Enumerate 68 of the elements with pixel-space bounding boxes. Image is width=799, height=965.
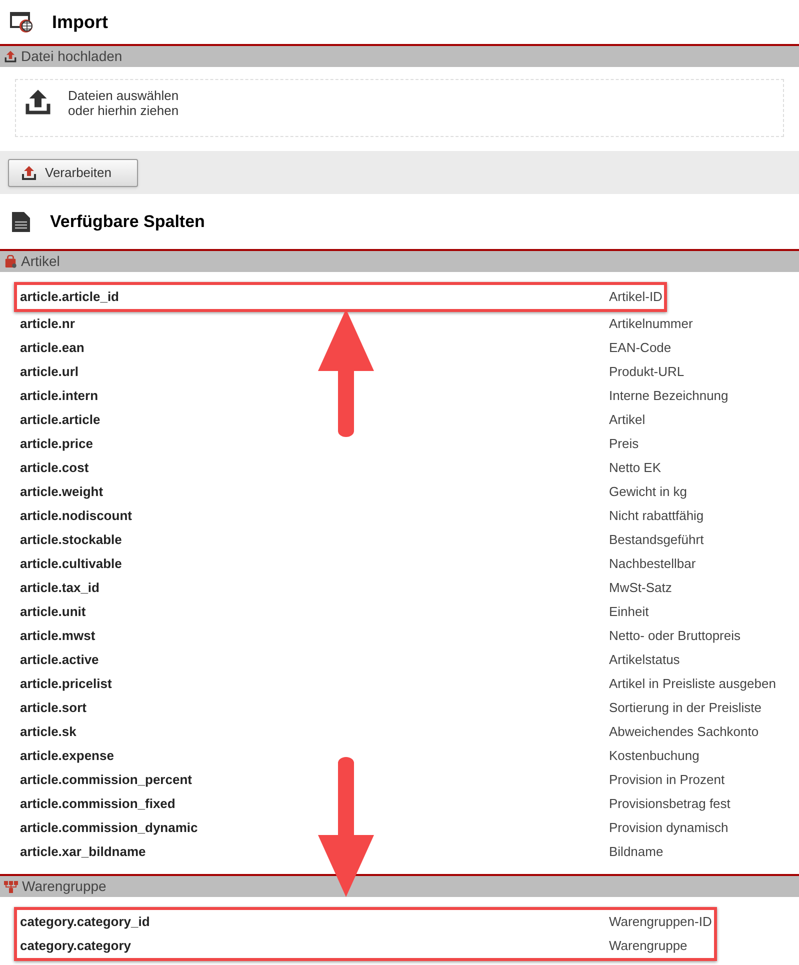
- column-key: article.commission_fixed: [20, 794, 609, 814]
- column-key: article.nodiscount: [20, 506, 609, 526]
- document-icon: [12, 210, 30, 232]
- column-label: Produkt-URL: [609, 363, 684, 382]
- column-label: Artikelstatus: [609, 651, 680, 670]
- column-label: Nicht rabattfähig: [609, 507, 704, 526]
- section-title: Artikel: [21, 252, 60, 271]
- column-label: Artikel in Preisliste ausgeben: [609, 675, 776, 694]
- bag-icon: [4, 255, 17, 268]
- file-dropzone[interactable]: Dateien auswählen oder hierhin ziehen: [15, 79, 784, 137]
- upload-icon: [4, 50, 17, 63]
- process-button[interactable]: Verarbeiten: [8, 158, 138, 186]
- column-key: article.commission_dynamic: [20, 818, 609, 838]
- column-key: article.ean: [20, 338, 609, 358]
- column-label: Interne Bezeichnung: [609, 387, 728, 406]
- column-label: Artikel-ID: [609, 288, 662, 306]
- column-label: Sortierung in der Preisliste: [609, 699, 762, 718]
- column-key: article.mwst: [20, 626, 609, 646]
- upload-icon: [21, 164, 37, 180]
- column-key: article.price: [20, 434, 609, 454]
- column-label: Provisionsbetrag fest: [609, 795, 730, 814]
- dropzone-text: oder hierhin ziehen: [68, 103, 179, 118]
- column-key: article.expense: [20, 746, 609, 766]
- column-key: article.cost: [20, 458, 609, 478]
- column-label: Gewicht in kg: [609, 483, 688, 502]
- column-label: Bildname: [609, 843, 664, 862]
- column-label: Bestandsgeführt: [609, 531, 704, 550]
- column-key: article.pricelist: [20, 674, 609, 694]
- column-label: Artikel: [609, 411, 646, 430]
- column-key: article.stockable: [20, 530, 609, 550]
- column-key: article.commission_percent: [20, 770, 609, 790]
- column-label: Abweichendes Sachkonto: [609, 723, 759, 742]
- column-label: Warengruppe: [609, 937, 688, 956]
- column-key: article.sort: [20, 698, 609, 718]
- section-title: Datei hochladen: [21, 47, 122, 66]
- column-label: Netto- oder Bruttopreis: [609, 627, 741, 646]
- browser-globe-icon: [10, 11, 34, 33]
- column-key: article.article: [20, 410, 609, 430]
- column-key: article.active: [20, 650, 609, 670]
- column-label: Preis: [609, 435, 639, 454]
- dropzone-text: Dateien auswählen: [68, 88, 179, 103]
- column-key: article.sk: [20, 722, 609, 742]
- section-heading: Verfügbare Spalten: [50, 210, 205, 233]
- hierarchy-icon: [4, 880, 18, 892]
- column-label: EAN-Code: [609, 339, 672, 358]
- column-label: Warengruppen-ID: [609, 913, 712, 932]
- column-key: article.unit: [20, 602, 609, 622]
- column-key: article.xar_bildname: [20, 842, 609, 862]
- upload-icon: [24, 88, 52, 116]
- column-label: Kostenbuchung: [609, 747, 700, 766]
- page-title: Import: [52, 10, 108, 34]
- column-label: Netto EK: [609, 459, 662, 478]
- column-label: Nachbestellbar: [609, 555, 696, 574]
- column-key: article.url: [20, 362, 609, 382]
- section-title: Warengruppe: [22, 877, 106, 896]
- column-label: Einheit: [609, 603, 649, 622]
- column-label: Provision in Prozent: [609, 771, 725, 790]
- column-label: Provision dynamisch: [609, 819, 728, 838]
- column-key: article.article_id: [20, 287, 609, 307]
- column-key: article.intern: [20, 386, 609, 406]
- column-key: article.cultivable: [20, 554, 609, 574]
- column-key: article.weight: [20, 482, 609, 502]
- column-label: MwSt-Satz: [609, 579, 672, 598]
- column-key: category.category_id: [20, 912, 609, 932]
- column-key: article.tax_id: [20, 578, 609, 598]
- column-key: category.category: [20, 936, 609, 956]
- column-label: Artikelnummer: [609, 315, 693, 334]
- column-key: article.nr: [20, 314, 609, 334]
